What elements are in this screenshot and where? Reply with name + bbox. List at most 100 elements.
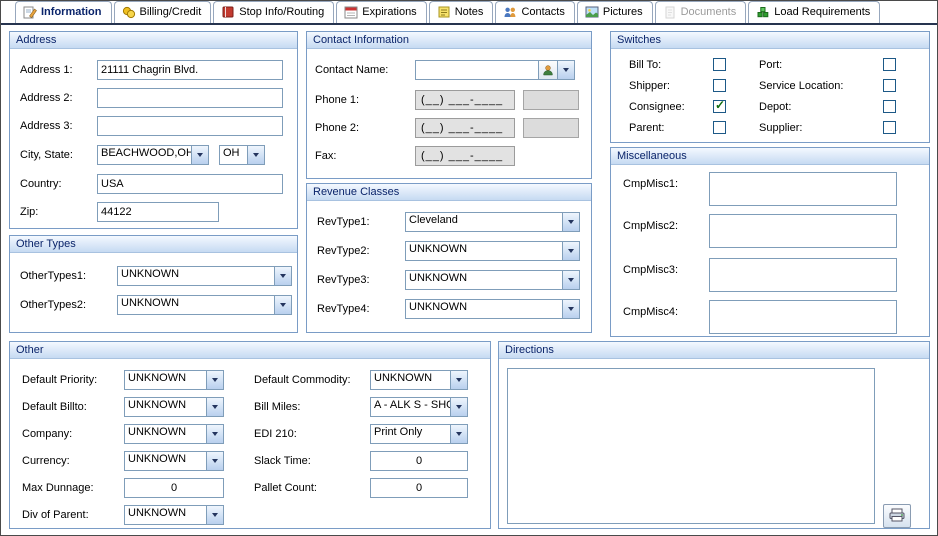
default-priority-combo[interactable]: UNKNOWN [124, 370, 224, 390]
address-group-header: Address [10, 32, 297, 49]
tab-expirations[interactable]: Expirations [336, 1, 426, 23]
company-information-window: Information Billing/Credit Stop Info/Rou… [0, 0, 938, 536]
revtype1-value: Cleveland [406, 213, 562, 231]
default-commodity-combo[interactable]: UNKNOWN [370, 370, 468, 390]
cmpmisc1-input[interactable] [709, 172, 897, 206]
revtype4-row: RevType4: UNKNOWN [317, 299, 580, 319]
dropdown-arrow-icon[interactable] [274, 267, 291, 285]
othertypes1-combo[interactable]: UNKNOWN [117, 266, 292, 286]
dropdown-arrow-icon[interactable] [562, 213, 579, 231]
billing-icon [122, 5, 136, 19]
cmpmisc4-input[interactable] [709, 300, 897, 334]
dropdown-arrow-icon[interactable] [206, 398, 223, 416]
currency-label: Currency: [22, 455, 124, 467]
tab-billing-credit[interactable]: Billing/Credit [114, 1, 212, 23]
dropdown-arrow-icon[interactable] [562, 271, 579, 289]
currency-combo[interactable]: UNKNOWN [124, 451, 224, 471]
directions-textarea[interactable] [507, 368, 875, 524]
state-combo[interactable]: OH [219, 145, 265, 165]
tab-notes[interactable]: Notes [429, 1, 494, 23]
dropdown-arrow-icon[interactable] [247, 146, 264, 164]
default-billto-combo[interactable]: UNKNOWN [124, 397, 224, 417]
address-group: Address Address 1: Address 2: Address 3:… [9, 31, 298, 229]
tab-label: Stop Info/Routing [239, 6, 324, 18]
revenue-classes-group: Revenue Classes RevType1: Cleveland RevT… [306, 183, 592, 333]
pallet-count-input[interactable] [370, 478, 468, 498]
address3-input[interactable] [97, 116, 283, 136]
port-checkbox[interactable] [883, 58, 896, 71]
dropdown-arrow-icon[interactable] [206, 425, 223, 443]
revtype4-label: RevType4: [317, 303, 405, 315]
tab-information[interactable]: Information [15, 1, 112, 23]
switches-group: Switches Bill To: Port: Shipper: Service… [610, 31, 930, 143]
fax-row: Fax: (__) ___-____ [315, 146, 515, 166]
city-combo[interactable]: BEACHWOOD,OH/ [97, 145, 209, 165]
address1-input[interactable] [97, 60, 283, 80]
dropdown-arrow-icon[interactable] [557, 61, 574, 79]
company-combo[interactable]: UNKNOWN [124, 424, 224, 444]
zip-input[interactable] [97, 202, 219, 222]
default-commodity-label: Default Commodity: [254, 374, 370, 386]
country-input[interactable] [97, 174, 283, 194]
dropdown-arrow-icon[interactable] [274, 296, 291, 314]
slack-time-input[interactable] [370, 451, 468, 471]
tab-documents[interactable]: Documents [655, 1, 747, 23]
routing-icon [221, 5, 235, 19]
service-location-checkbox[interactable] [883, 79, 896, 92]
contact-name-label: Contact Name: [315, 64, 415, 76]
default-priority-label: Default Priority: [22, 374, 124, 386]
contact-name-combo[interactable] [415, 60, 575, 80]
tab-contacts[interactable]: Contacts [495, 1, 574, 23]
dropdown-arrow-icon[interactable] [191, 146, 208, 164]
othertypes2-value: UNKNOWN [118, 296, 274, 314]
edi-210-label: EDI 210: [254, 428, 370, 440]
phone1-row: Phone 1: (__) ___-____ [315, 90, 579, 110]
dropdown-arrow-icon[interactable] [450, 371, 467, 389]
tab-load-requirements[interactable]: Load Requirements [748, 1, 880, 23]
revtype2-combo[interactable]: UNKNOWN [405, 241, 580, 261]
other-group-header: Other [10, 342, 490, 359]
bill-miles-label: Bill Miles: [254, 401, 370, 413]
person-icon[interactable] [538, 61, 557, 79]
phone2-row: Phone 2: (__) ___-____ [315, 118, 579, 138]
parent-checkbox[interactable] [713, 121, 726, 134]
revtype3-combo[interactable]: UNKNOWN [405, 270, 580, 290]
depot-checkbox[interactable] [883, 100, 896, 113]
dropdown-arrow-icon[interactable] [450, 398, 467, 416]
contact-name-value [416, 61, 538, 79]
dropdown-arrow-icon[interactable] [206, 506, 223, 524]
phone1-field: (__) ___-____ [415, 90, 515, 110]
fax-label: Fax: [315, 150, 415, 162]
billto-checkbox[interactable] [713, 58, 726, 71]
edi-210-combo[interactable]: Print Only [370, 424, 468, 444]
switches-row-1: Bill To: Port: [629, 58, 896, 71]
cmpmisc3-input[interactable] [709, 258, 897, 292]
tab-stop-info-routing[interactable]: Stop Info/Routing [213, 1, 334, 23]
documents-icon [663, 5, 677, 19]
dropdown-arrow-icon[interactable] [206, 371, 223, 389]
cmpmisc3-label: CmpMisc3: [623, 264, 678, 276]
othertypes1-row: OtherTypes1: UNKNOWN [20, 266, 292, 286]
div-of-parent-combo[interactable]: UNKNOWN [124, 505, 224, 525]
dropdown-arrow-icon[interactable] [206, 452, 223, 470]
bill-miles-combo[interactable]: A - ALK S - SHO [370, 397, 468, 417]
print-button[interactable] [883, 504, 911, 528]
parent-label: Parent: [629, 122, 713, 134]
address2-input[interactable] [97, 88, 283, 108]
company-label: Company: [22, 428, 124, 440]
revtype4-combo[interactable]: UNKNOWN [405, 299, 580, 319]
dropdown-arrow-icon[interactable] [562, 300, 579, 318]
dropdown-arrow-icon[interactable] [562, 242, 579, 260]
consignee-checkbox[interactable] [713, 100, 726, 113]
revtype1-combo[interactable]: Cleveland [405, 212, 580, 232]
supplier-checkbox[interactable] [883, 121, 896, 134]
max-dunnage-input[interactable] [124, 478, 224, 498]
other-row-6: Div of Parent: UNKNOWN [22, 505, 224, 525]
shipper-checkbox[interactable] [713, 79, 726, 92]
dropdown-arrow-icon[interactable] [450, 425, 467, 443]
other-row-5: Max Dunnage: Pallet Count: [22, 478, 468, 498]
contact-information-group: Contact Information Contact Name: Phone … [306, 31, 592, 179]
othertypes2-combo[interactable]: UNKNOWN [117, 295, 292, 315]
cmpmisc2-input[interactable] [709, 214, 897, 248]
tab-pictures[interactable]: Pictures [577, 1, 653, 23]
